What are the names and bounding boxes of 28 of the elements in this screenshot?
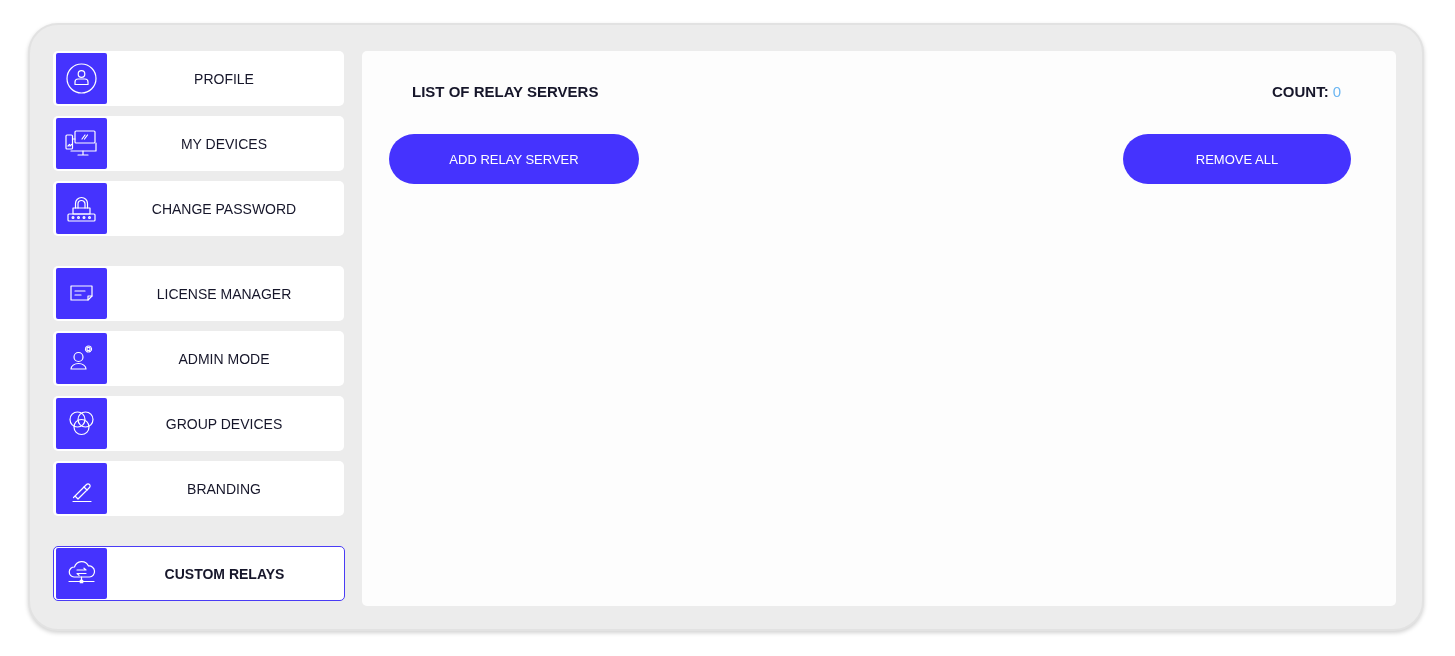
sidebar-item[interactable]: CHANGE PASSWORD bbox=[53, 181, 344, 236]
sidebar-item[interactable]: ADMIN MODE bbox=[53, 331, 344, 386]
pen-icon bbox=[56, 463, 107, 514]
devices-icon bbox=[56, 118, 107, 169]
overlapping-circles-icon bbox=[56, 398, 107, 449]
sidebar-item[interactable]: BRANDING bbox=[53, 461, 344, 516]
panel-title: LIST OF RELAY SERVERS bbox=[412, 82, 599, 100]
sidebar-item[interactable]: MY DEVICES bbox=[53, 116, 344, 171]
note-icon bbox=[56, 268, 107, 319]
sidebar-item-label: CUSTOM RELAYS bbox=[163, 565, 286, 582]
padlock-icon bbox=[56, 183, 107, 234]
sidebar-item-label: GROUP DEVICES bbox=[164, 415, 284, 432]
remove-all-button[interactable]: REMOVE ALL bbox=[1123, 134, 1351, 184]
sidebar-item-label: BRANDING bbox=[186, 480, 262, 497]
person-gear-icon bbox=[56, 333, 107, 384]
sidebar-item[interactable]: CUSTOM RELAYS bbox=[53, 546, 345, 601]
sidebar-item-label: ADMIN MODE bbox=[177, 350, 271, 367]
sidebar-item[interactable]: GROUP DEVICES bbox=[53, 396, 344, 451]
sidebar-item[interactable]: PROFILE bbox=[53, 51, 344, 106]
count-label: COUNT: bbox=[1272, 82, 1329, 100]
sidebar-item-label: MY DEVICES bbox=[179, 135, 269, 152]
cloud-arrows-icon bbox=[56, 548, 107, 599]
add-server-button[interactable]: ADD RELAY SERVER bbox=[389, 134, 639, 184]
sidebar-item-label: PROFILE bbox=[193, 70, 255, 87]
sidebar-item-label: LICENSE MANAGER bbox=[155, 285, 293, 302]
count-value: 0 bbox=[1332, 82, 1341, 100]
sidebar-item[interactable]: LICENSE MANAGER bbox=[53, 266, 344, 321]
sidebar-item-label: CHANGE PASSWORD bbox=[150, 200, 298, 217]
